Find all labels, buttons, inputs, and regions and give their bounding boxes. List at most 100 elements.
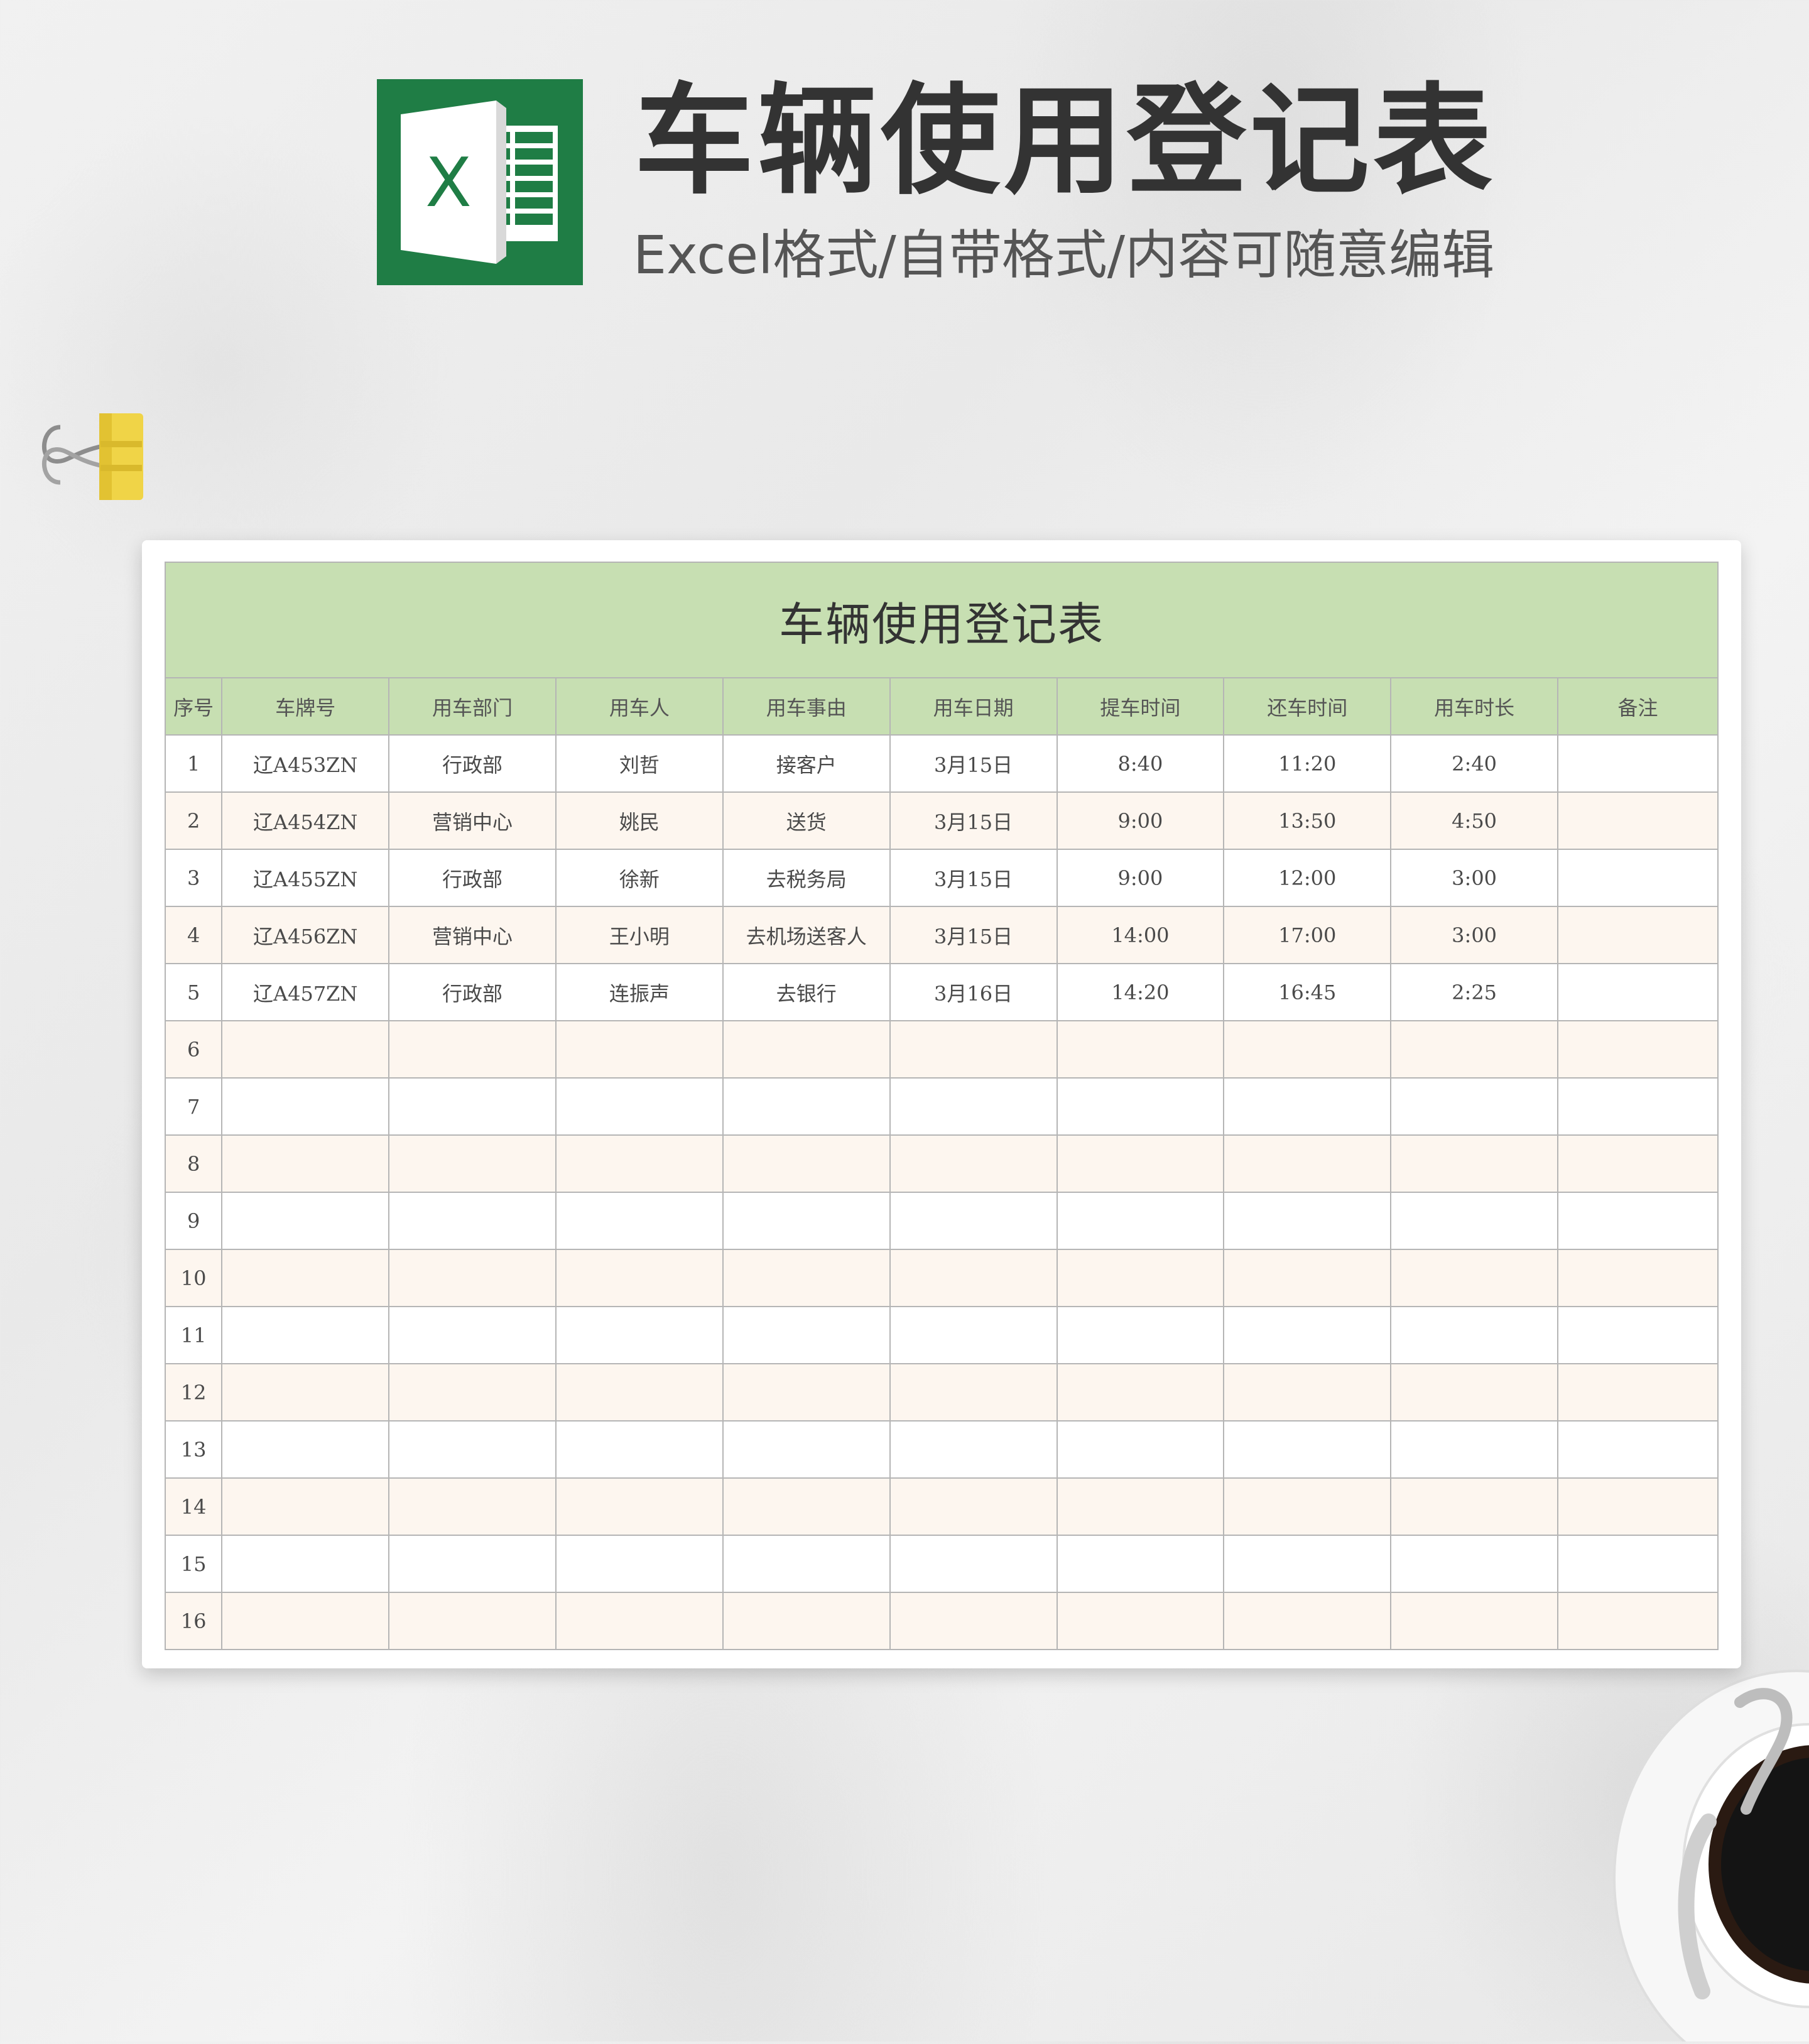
cell-department[interactable] [388,1477,557,1536]
cell-remarks[interactable] [1557,791,1719,850]
column-header-reason[interactable]: 用车事由 [722,677,891,736]
cell-index[interactable]: 12 [164,1363,223,1422]
cell-index[interactable]: 8 [164,1134,223,1193]
cell-remarks[interactable] [1557,1077,1719,1136]
cell-department[interactable]: 营销中心 [388,906,557,964]
cell-return-time[interactable]: 17:00 [1223,906,1392,964]
cell-return-time[interactable] [1223,1477,1392,1536]
cell-duration[interactable]: 2:25 [1390,963,1559,1021]
cell-user[interactable] [555,1420,724,1479]
cell-date[interactable]: 3月16日 [889,963,1058,1021]
cell-reason[interactable]: 送货 [722,791,891,850]
cell-duration[interactable]: 3:00 [1390,849,1559,907]
cell-department[interactable] [388,1363,557,1422]
cell-duration[interactable]: 4:50 [1390,791,1559,850]
cell-date[interactable] [889,1020,1058,1079]
cell-pickup-time[interactable]: 14:20 [1056,963,1225,1021]
cell-department[interactable] [388,1020,557,1079]
cell-index[interactable]: 5 [164,963,223,1021]
cell-remarks[interactable] [1557,963,1719,1021]
cell-index[interactable]: 16 [164,1592,223,1650]
cell-duration[interactable]: 2:40 [1390,734,1559,793]
cell-pickup-time[interactable] [1056,1477,1225,1536]
cell-department[interactable] [388,1249,557,1307]
cell-plate[interactable] [221,1192,390,1250]
cell-index[interactable]: 11 [164,1306,223,1364]
cell-duration[interactable] [1390,1535,1559,1593]
cell-plate[interactable]: 辽A455ZN [221,849,390,907]
cell-reason[interactable] [722,1077,891,1136]
cell-index[interactable]: 10 [164,1249,223,1307]
cell-pickup-time[interactable] [1056,1592,1225,1650]
cell-reason[interactable]: 去银行 [722,963,891,1021]
cell-date[interactable] [889,1363,1058,1422]
column-header-return-time[interactable]: 还车时间 [1223,677,1392,736]
cell-pickup-time[interactable] [1056,1306,1225,1364]
cell-department[interactable]: 行政部 [388,963,557,1021]
cell-duration[interactable] [1390,1134,1559,1193]
column-header-remarks[interactable]: 备注 [1557,677,1719,736]
cell-plate[interactable]: 辽A453ZN [221,734,390,793]
cell-user[interactable] [555,1192,724,1250]
cell-department[interactable] [388,1192,557,1250]
cell-user[interactable]: 姚民 [555,791,724,850]
cell-remarks[interactable] [1557,1249,1719,1307]
cell-department[interactable] [388,1420,557,1479]
cell-user[interactable]: 徐新 [555,849,724,907]
cell-user[interactable]: 王小明 [555,906,724,964]
cell-return-time[interactable]: 12:00 [1223,849,1392,907]
cell-index[interactable]: 2 [164,791,223,850]
cell-plate[interactable] [221,1249,390,1307]
cell-reason[interactable]: 接客户 [722,734,891,793]
cell-return-time[interactable]: 16:45 [1223,963,1392,1021]
cell-remarks[interactable] [1557,1020,1719,1079]
cell-remarks[interactable] [1557,1306,1719,1364]
cell-user[interactable] [555,1363,724,1422]
cell-remarks[interactable] [1557,1535,1719,1593]
cell-plate[interactable] [221,1535,390,1593]
cell-plate[interactable] [221,1306,390,1364]
cell-reason[interactable] [722,1249,891,1307]
cell-pickup-time[interactable]: 8:40 [1056,734,1225,793]
cell-pickup-time[interactable]: 9:00 [1056,791,1225,850]
cell-pickup-time[interactable] [1056,1535,1225,1593]
cell-return-time[interactable]: 13:50 [1223,791,1392,850]
cell-plate[interactable] [221,1134,390,1193]
column-header-date[interactable]: 用车日期 [889,677,1058,736]
cell-department[interactable] [388,1134,557,1193]
cell-user[interactable] [555,1306,724,1364]
cell-index[interactable]: 1 [164,734,223,793]
cell-plate[interactable] [221,1477,390,1536]
cell-reason[interactable] [722,1192,891,1250]
cell-duration[interactable] [1390,1077,1559,1136]
cell-plate[interactable] [221,1363,390,1422]
cell-index[interactable]: 14 [164,1477,223,1536]
cell-user[interactable] [555,1477,724,1536]
cell-user[interactable] [555,1134,724,1193]
cell-plate[interactable] [221,1020,390,1079]
cell-pickup-time[interactable] [1056,1134,1225,1193]
cell-reason[interactable] [722,1420,891,1479]
column-header-index[interactable]: 序号 [164,677,223,736]
cell-user[interactable]: 连振声 [555,963,724,1021]
cell-index[interactable]: 9 [164,1192,223,1250]
cell-date[interactable] [889,1192,1058,1250]
cell-reason[interactable] [722,1477,891,1536]
cell-return-time[interactable] [1223,1420,1392,1479]
cell-date[interactable]: 3月15日 [889,906,1058,964]
column-header-department[interactable]: 用车部门 [388,677,557,736]
cell-pickup-time[interactable] [1056,1363,1225,1422]
cell-department[interactable] [388,1077,557,1136]
cell-reason[interactable] [722,1020,891,1079]
cell-index[interactable]: 4 [164,906,223,964]
cell-user[interactable] [555,1077,724,1136]
cell-department[interactable] [388,1306,557,1364]
cell-duration[interactable] [1390,1420,1559,1479]
cell-duration[interactable] [1390,1363,1559,1422]
cell-remarks[interactable] [1557,734,1719,793]
cell-pickup-time[interactable]: 14:00 [1056,906,1225,964]
cell-plate[interactable] [221,1077,390,1136]
cell-remarks[interactable] [1557,906,1719,964]
cell-remarks[interactable] [1557,1592,1719,1650]
cell-return-time[interactable] [1223,1020,1392,1079]
